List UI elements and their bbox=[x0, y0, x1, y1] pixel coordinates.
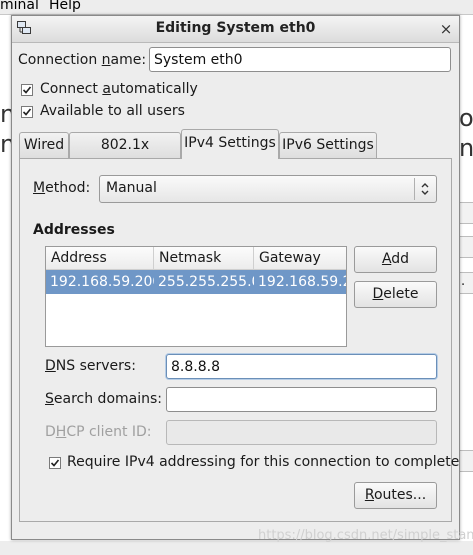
available-all-users-label: Available to all users bbox=[40, 103, 185, 119]
up-down-arrows-icon bbox=[421, 183, 429, 195]
require-ipv4-label: Require IPv4 addressing for this connect… bbox=[67, 454, 460, 470]
addresses-table[interactable]: Address Netmask Gateway 192.168.59.200 2… bbox=[45, 246, 347, 347]
tab-8021x-security[interactable]: 802.1x Security bbox=[69, 132, 181, 178]
background-edge-button bbox=[458, 450, 473, 472]
cell-address[interactable]: 192.168.59.200 bbox=[46, 270, 154, 294]
column-header-netmask[interactable]: Netmask bbox=[154, 247, 254, 270]
dns-servers-label: DNS servers: bbox=[45, 358, 136, 374]
column-header-address[interactable]: Address bbox=[46, 247, 154, 270]
table-row[interactable]: 192.168.59.200 255.255.255.0 192.168.59.… bbox=[46, 270, 346, 294]
background-menubar: minal Help bbox=[0, 0, 473, 15]
column-header-gateway[interactable]: Gateway bbox=[254, 247, 346, 270]
method-label: Method: bbox=[33, 180, 91, 196]
tab-ipv4-settings[interactable]: IPv4 Settings bbox=[181, 129, 279, 159]
background-text-right: or bbox=[459, 104, 473, 132]
close-button[interactable]: × bbox=[437, 19, 455, 39]
routes-button[interactable]: Routes... bbox=[354, 482, 437, 509]
addresses-heading: Addresses bbox=[33, 222, 115, 238]
checkmark-icon bbox=[22, 86, 32, 94]
dns-servers-input[interactable] bbox=[166, 354, 437, 379]
method-select[interactable]: Manual bbox=[99, 175, 437, 203]
background-edge-button bbox=[458, 236, 473, 258]
tab-ipv6-settings[interactable]: IPv6 Settings bbox=[279, 132, 377, 158]
checkmark-icon bbox=[22, 108, 32, 116]
tab-wired[interactable]: Wired bbox=[19, 132, 69, 158]
background-edge-button bbox=[458, 202, 473, 224]
method-value: Manual bbox=[106, 180, 157, 196]
available-all-users-checkbox[interactable] bbox=[21, 106, 33, 118]
background-edge-button: . bbox=[458, 272, 473, 294]
delete-button[interactable]: Delete bbox=[354, 281, 437, 308]
search-domains-input[interactable] bbox=[166, 387, 437, 412]
menu-help[interactable]: Help bbox=[49, 0, 81, 12]
background-bottom-strip bbox=[0, 541, 473, 555]
add-button[interactable]: Add bbox=[354, 246, 437, 273]
dialog-titlebar[interactable]: Editing System eth0 × bbox=[12, 16, 459, 43]
menu-terminal[interactable]: minal bbox=[0, 0, 39, 12]
select-divider bbox=[414, 178, 415, 200]
dhcp-client-id-label: DHCP client ID: bbox=[45, 424, 152, 440]
edit-connection-dialog: Editing System eth0 × Connection name: C… bbox=[11, 15, 460, 540]
connect-automatically-checkbox[interactable] bbox=[21, 84, 33, 96]
search-domains-label: Search domains: bbox=[45, 391, 162, 407]
cell-netmask[interactable]: 255.255.255.0 bbox=[154, 270, 254, 294]
dhcp-client-id-input bbox=[166, 420, 437, 445]
require-ipv4-checkbox[interactable] bbox=[49, 457, 61, 469]
cell-gateway[interactable]: 192.168.59.2 bbox=[254, 270, 346, 294]
connect-automatically-label: Connect automatically bbox=[40, 81, 198, 97]
checkmark-icon bbox=[50, 459, 60, 467]
connection-name-input[interactable] bbox=[149, 47, 451, 72]
dialog-title: Editing System eth0 bbox=[155, 20, 316, 36]
watermark-text: https://blog.csdn.net/simple_stan bbox=[258, 528, 473, 543]
background-text-right-2: n bbox=[459, 134, 473, 162]
connection-name-label: Connection name: bbox=[18, 52, 147, 68]
